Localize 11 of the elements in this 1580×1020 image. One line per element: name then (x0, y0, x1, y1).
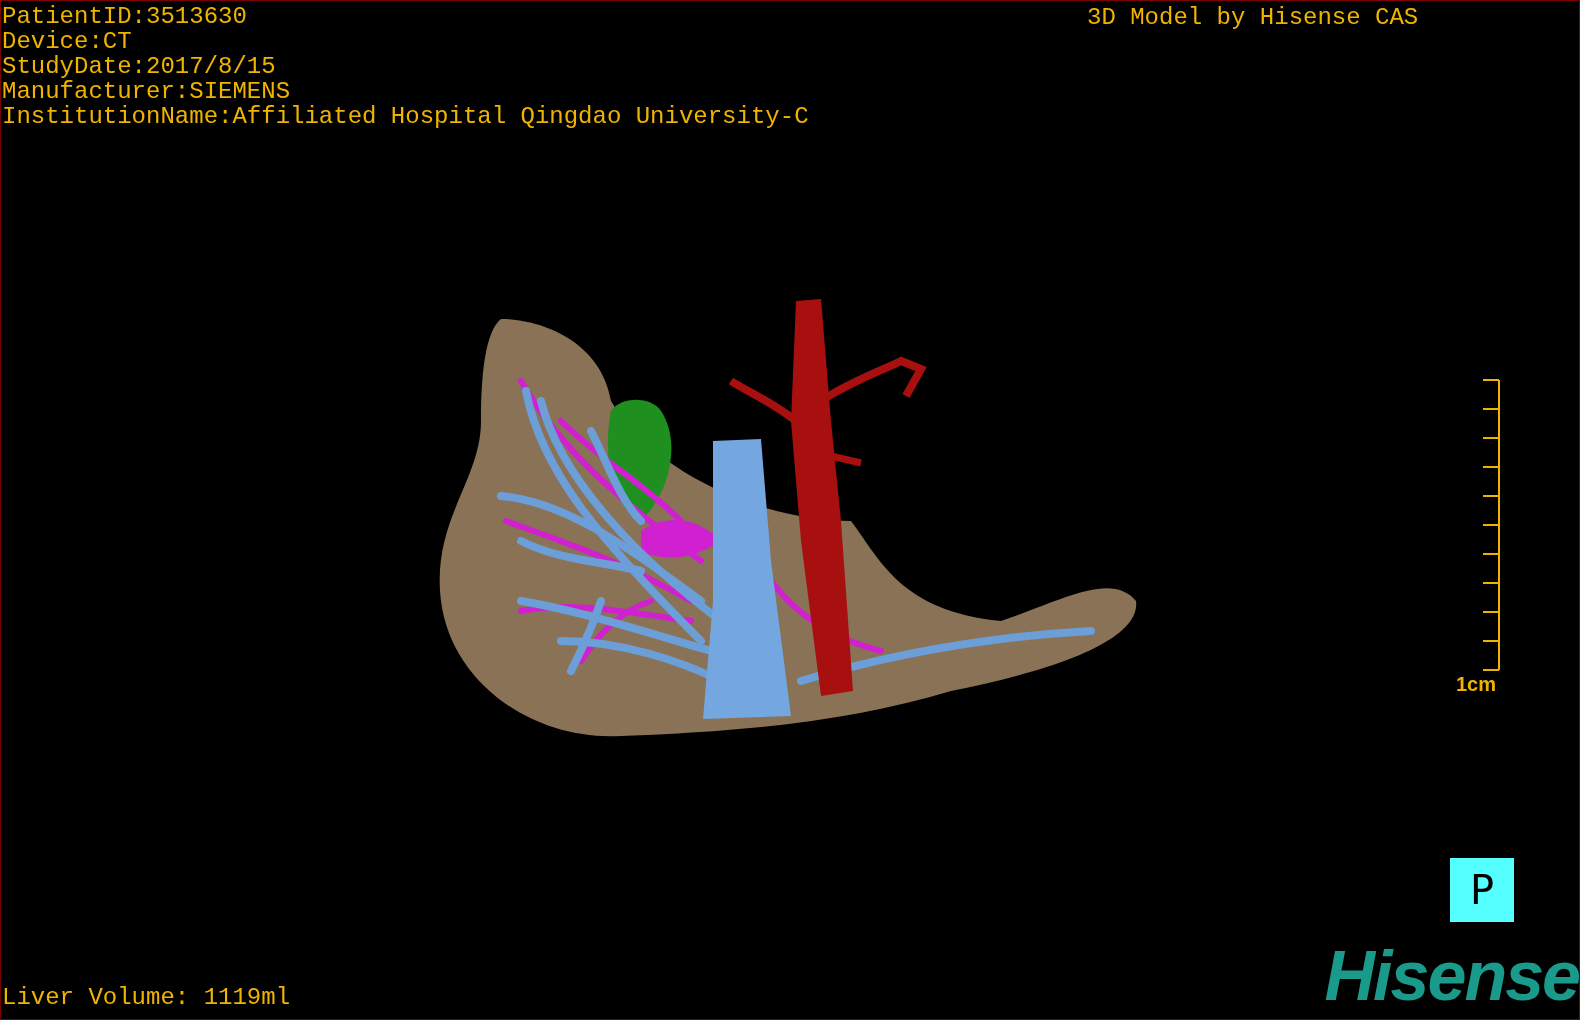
scale-ruler-icon (1481, 379, 1501, 671)
view-orientation-button[interactable]: P (1450, 858, 1514, 922)
liver-volume-text: Liver Volume: 1119ml (2, 985, 291, 1010)
patient-info-text: StudyDate:2017/8/15 (2, 54, 276, 79)
patient-info-text: Device:CT (2, 29, 132, 54)
patient-info-text: Manufacturer:SIEMENS (2, 79, 291, 104)
patient-info-text: PatientID:3513630 (2, 4, 247, 29)
brand-logo: Hisense (1324, 936, 1579, 1016)
scale-label: 1cm (1456, 673, 1496, 696)
model-title: 3D Model by Hisense CAS (1087, 5, 1419, 30)
patient-info-text: InstitutionName:Affiliated Hospital Qingdao University-C (2, 104, 809, 129)
